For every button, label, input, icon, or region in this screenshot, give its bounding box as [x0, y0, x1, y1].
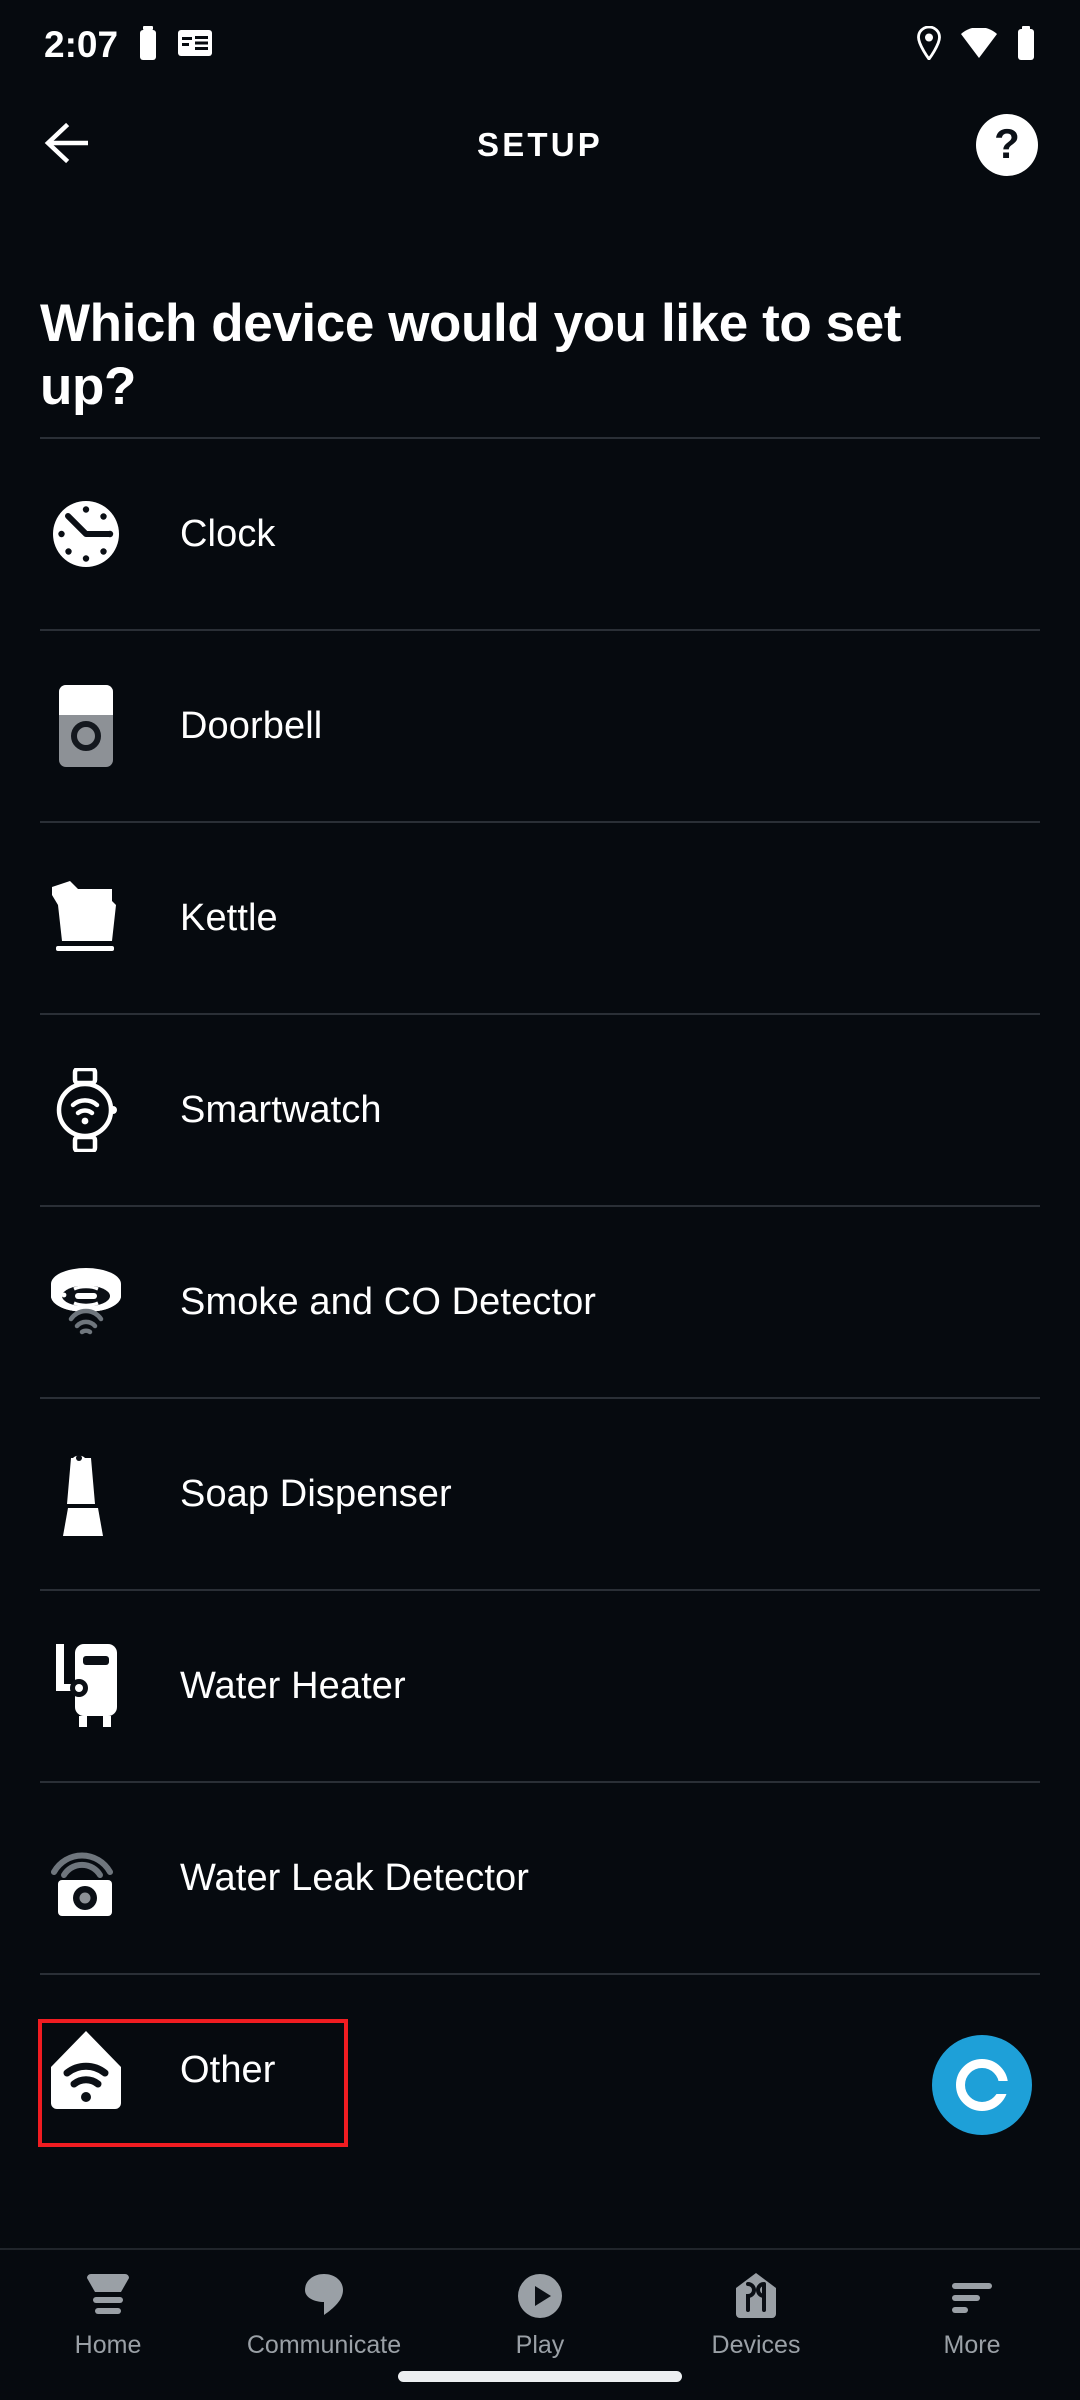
device-row-clock[interactable]: Clock	[40, 437, 1040, 629]
status-bar-right	[916, 25, 1036, 65]
back-button[interactable]	[42, 105, 122, 185]
device-row-water-heater[interactable]: Water Heater	[40, 1589, 1040, 1781]
alexa-icon	[956, 2059, 1008, 2111]
soap-dispenser-icon	[40, 1444, 132, 1544]
device-label: Water Leak Detector	[180, 1856, 529, 1899]
battery-icon	[1016, 25, 1036, 65]
nav-label: Home	[74, 2331, 142, 2359]
play-circle-icon	[516, 2268, 564, 2324]
alexa-button[interactable]	[932, 2035, 1032, 2135]
device-list: Clock Doorbell Kettle Smartwatch Smoke a…	[0, 437, 1080, 2165]
device-row-water-leak-detector[interactable]: Water Leak Detector	[40, 1781, 1040, 1973]
nav-item-home[interactable]: Home	[0, 2268, 216, 2360]
device-label: Smartwatch	[180, 1088, 382, 1131]
status-bar: 2:07	[0, 0, 1080, 90]
nav-label: Devices	[711, 2331, 801, 2359]
other-home-wifi-icon	[40, 2020, 132, 2120]
device-label: Doorbell	[180, 704, 323, 747]
water-heater-icon	[40, 1636, 132, 1736]
news-icon	[178, 28, 213, 63]
device-row-kettle[interactable]: Kettle	[40, 821, 1040, 1013]
clock-icon	[40, 484, 132, 584]
more-lines-icon	[948, 2268, 996, 2324]
back-arrow-icon	[42, 120, 94, 171]
nav-label: Communicate	[246, 2331, 402, 2359]
app-header: SETUP ?	[0, 90, 1080, 200]
home-indicator[interactable]	[398, 2371, 682, 2382]
help-button[interactable]: ?	[976, 114, 1038, 176]
wifi-icon	[960, 26, 998, 63]
help-question-icon: ?	[994, 119, 1020, 167]
nav-item-communicate[interactable]: Communicate	[216, 2268, 432, 2360]
kettle-icon	[40, 868, 132, 968]
device-row-doorbell[interactable]: Doorbell	[40, 629, 1040, 821]
status-bar-clock: 2:07	[44, 24, 119, 65]
doorbell-icon	[40, 676, 132, 776]
setup-question-heading: Which device would you like to set up?	[40, 294, 902, 417]
speech-bubble-icon	[301, 2268, 347, 2324]
home-icon	[85, 2268, 131, 2324]
nav-label: Play	[515, 2331, 565, 2359]
device-row-other[interactable]: Other	[40, 1973, 1040, 2165]
status-bar-left: 2:07	[44, 24, 213, 66]
device-label: Smoke and CO Detector	[180, 1280, 597, 1323]
device-label: Clock	[180, 512, 276, 555]
nav-item-play[interactable]: Play	[432, 2268, 648, 2360]
device-label: Water Heater	[180, 1664, 406, 1707]
device-row-smartwatch[interactable]: Smartwatch	[40, 1013, 1040, 1205]
smartwatch-icon	[40, 1060, 132, 1160]
nav-item-devices[interactable]: Devices	[648, 2268, 864, 2360]
device-label: Soap Dispenser	[180, 1472, 452, 1515]
nav-item-more[interactable]: More	[864, 2268, 1080, 2360]
battery-small-icon	[138, 25, 158, 65]
nav-label: More	[943, 2331, 1001, 2359]
page-title: SETUP	[476, 126, 604, 163]
water-leak-detector-icon	[40, 1828, 132, 1928]
device-row-smoke-co-detector[interactable]: Smoke and CO Detector	[40, 1205, 1040, 1397]
devices-icon	[734, 2268, 778, 2324]
location-pin-icon	[916, 25, 942, 65]
device-row-soap-dispenser[interactable]: Soap Dispenser	[40, 1397, 1040, 1589]
smoke-detector-icon	[40, 1252, 132, 1352]
device-label: Other	[180, 2048, 276, 2091]
device-label: Kettle	[180, 896, 278, 939]
